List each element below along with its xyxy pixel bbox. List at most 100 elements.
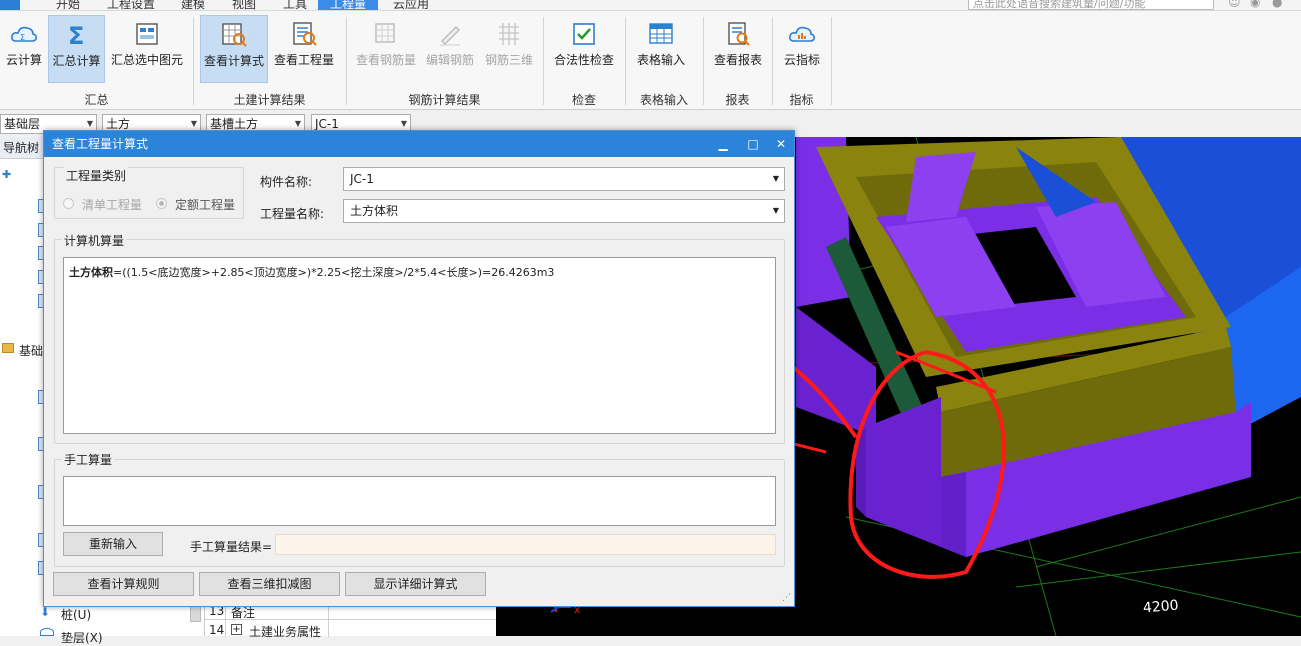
- view-report-label: 查看报表: [713, 53, 762, 67]
- nav-tree-header: 导航树: [0, 137, 44, 159]
- column-divider: [328, 604, 329, 637]
- user-icon[interactable]: ☺: [1228, 0, 1241, 9]
- reenter-button[interactable]: 重新输入: [63, 532, 163, 556]
- close-icon[interactable]: ✕: [766, 131, 796, 157]
- view-quantity-label: 查看工程量: [273, 53, 334, 67]
- app-logo[interactable]: [0, 0, 20, 10]
- selected-elements-icon: [136, 23, 158, 45]
- minimize-icon[interactable]: ▁: [708, 131, 738, 157]
- cloud-sigma-icon: Σ: [11, 26, 37, 42]
- validity-check-label: 合法性检查: [553, 53, 614, 67]
- radio-list-quantity[interactable]: [63, 198, 74, 209]
- table-icon: [649, 23, 673, 44]
- group-summary: 汇总: [84, 93, 109, 107]
- rebar-3d-icon: [499, 23, 519, 45]
- menu-bar: 开始 工程设置 建模 视图 工具 工程量 云应用 点击此处语音搜索建筑量/问题/…: [0, 0, 1301, 11]
- menu-start[interactable]: 开始: [56, 0, 80, 10]
- expand-icon[interactable]: +: [231, 624, 242, 635]
- group-check: 检查: [571, 93, 596, 107]
- document-magnifier-icon: [293, 22, 317, 46]
- rebar-3d-button[interactable]: 钢筋三维: [481, 15, 537, 83]
- rebar-grid-icon: [375, 23, 395, 43]
- computer-calc-group-label: 计算机算量: [62, 232, 127, 249]
- ribbon-separator: [831, 17, 832, 105]
- cushion-icon: [40, 628, 54, 636]
- manual-formula-input[interactable]: [63, 476, 776, 526]
- view-rebar-button[interactable]: 查看钢筋量: [353, 15, 419, 83]
- nav-item-pile[interactable]: 桩(U): [61, 606, 91, 623]
- floor-select-value: 基础层: [4, 117, 41, 131]
- menu-view[interactable]: 视图: [232, 0, 256, 10]
- table-input-button[interactable]: 表格输入: [632, 15, 690, 83]
- menu-modeling[interactable]: 建模: [181, 0, 205, 10]
- sigma-icon: Σ: [68, 22, 84, 48]
- settings-icon[interactable]: ●: [1272, 0, 1282, 9]
- type-select-value: 基槽土方: [210, 117, 259, 131]
- dimension-label: 4200: [1142, 597, 1180, 617]
- svg-text:Σ: Σ: [68, 22, 84, 48]
- category-select-value: 土方: [106, 117, 131, 131]
- quantity-name-label: 工程量名称:: [260, 207, 325, 221]
- group-civil-results: 土建计算结果: [233, 93, 306, 107]
- view-quantity-button[interactable]: 查看工程量: [271, 15, 337, 83]
- nav-item-foundation[interactable]: 基础: [19, 342, 43, 359]
- menu-quantity[interactable]: 工程量: [318, 0, 379, 10]
- cloud-calc-button[interactable]: Σ 云计算: [3, 15, 45, 83]
- view-formula-label: 查看计算式: [203, 54, 264, 68]
- group-report: 报表: [725, 93, 750, 107]
- view-3d-deduction-button[interactable]: 查看三维扣减图: [199, 572, 340, 596]
- nav-item-cushion[interactable]: 垫层(X): [61, 629, 103, 646]
- formula-name: 土方体积: [69, 266, 113, 279]
- summary-calc-label: 汇总计算: [52, 54, 101, 68]
- cloud-index-label: 云指标: [783, 53, 820, 67]
- search-input[interactable]: 点击此处语音搜索建筑量/问题/功能: [968, 0, 1214, 10]
- summary-selected-button[interactable]: 汇总选中图元: [108, 15, 186, 83]
- cloud-index-button[interactable]: 云指标: [778, 15, 826, 83]
- manual-calc-group-label: 手工算量: [62, 451, 115, 468]
- chevron-down-icon: ▼: [772, 174, 779, 183]
- manual-result-field[interactable]: [275, 534, 776, 555]
- dialog-titlebar: 查看工程量计算式: [44, 131, 794, 157]
- view-formula-button[interactable]: 查看计算式: [200, 15, 268, 83]
- grid-magnifier-icon: [222, 23, 247, 47]
- show-detailed-formula-button[interactable]: 显示详细计算式: [345, 572, 486, 596]
- menu-project-settings[interactable]: 工程设置: [107, 0, 155, 10]
- property-panel: 13 备注 14 + 土建业务属性: [205, 603, 496, 639]
- prop-row-label: 土建业务属性: [249, 625, 322, 639]
- radio-quota-quantity-label: 定额工程量: [175, 198, 236, 212]
- edit-rebar-button[interactable]: 编辑钢筋: [422, 15, 478, 83]
- view-rebar-label: 查看钢筋量: [355, 53, 416, 67]
- component-name-label: 构件名称:: [260, 175, 313, 189]
- view-calc-rules-button[interactable]: 查看计算规则: [53, 572, 194, 596]
- component-name-select[interactable]: JC-1 ▼: [343, 167, 785, 191]
- formula-display[interactable]: 土方体积=((1.5<底边宽度>+2.85<顶边宽度>)*2.25<挖土深度>/…: [63, 257, 776, 434]
- row-divider: [205, 619, 496, 620]
- validity-check-button[interactable]: 合法性检查: [550, 15, 618, 83]
- pencil-icon: [440, 26, 460, 46]
- svg-text:Σ: Σ: [20, 33, 25, 42]
- rebar-3d-label: 钢筋三维: [484, 53, 533, 67]
- add-icon[interactable]: ✚: [2, 168, 11, 181]
- cloud-chart-icon: [789, 26, 815, 42]
- chevron-down-icon: ▼: [772, 206, 779, 215]
- formula-dialog: 查看工程量计算式 ▁ □ ✕ 工程量类别 清单工程量 定额工程量 构件名称: J…: [43, 130, 795, 607]
- maximize-icon[interactable]: □: [738, 131, 768, 157]
- pile-icon: ⬇: [40, 605, 51, 619]
- resize-grip-icon[interactable]: ⋰: [782, 593, 791, 603]
- quantity-name-select[interactable]: 土方体积 ▼: [343, 199, 785, 223]
- view-report-button[interactable]: 查看报表: [710, 15, 766, 83]
- table-input-label: 表格输入: [636, 53, 685, 67]
- formula-body: =((1.5<底边宽度>+2.85<顶边宽度>)*2.25<挖土深度>/2*5.…: [113, 266, 555, 279]
- radio-list-quantity-label: 清单工程量: [82, 198, 143, 212]
- menu-tools[interactable]: 工具: [283, 0, 307, 10]
- component-select-value: JC-1: [315, 117, 339, 131]
- menu-cloud-apps[interactable]: 云应用: [393, 0, 429, 10]
- cloud-calc-label: 云计算: [5, 53, 42, 67]
- summary-calc-button[interactable]: Σ 汇总计算: [48, 15, 105, 83]
- checkbox-icon: [573, 23, 595, 45]
- notification-icon[interactable]: ◉: [1250, 0, 1260, 9]
- report-icon: [728, 22, 750, 46]
- radio-quota-quantity[interactable]: [156, 198, 167, 209]
- edit-rebar-label: 编辑钢筋: [425, 53, 474, 67]
- manual-result-label: 手工算量结果=: [190, 540, 273, 554]
